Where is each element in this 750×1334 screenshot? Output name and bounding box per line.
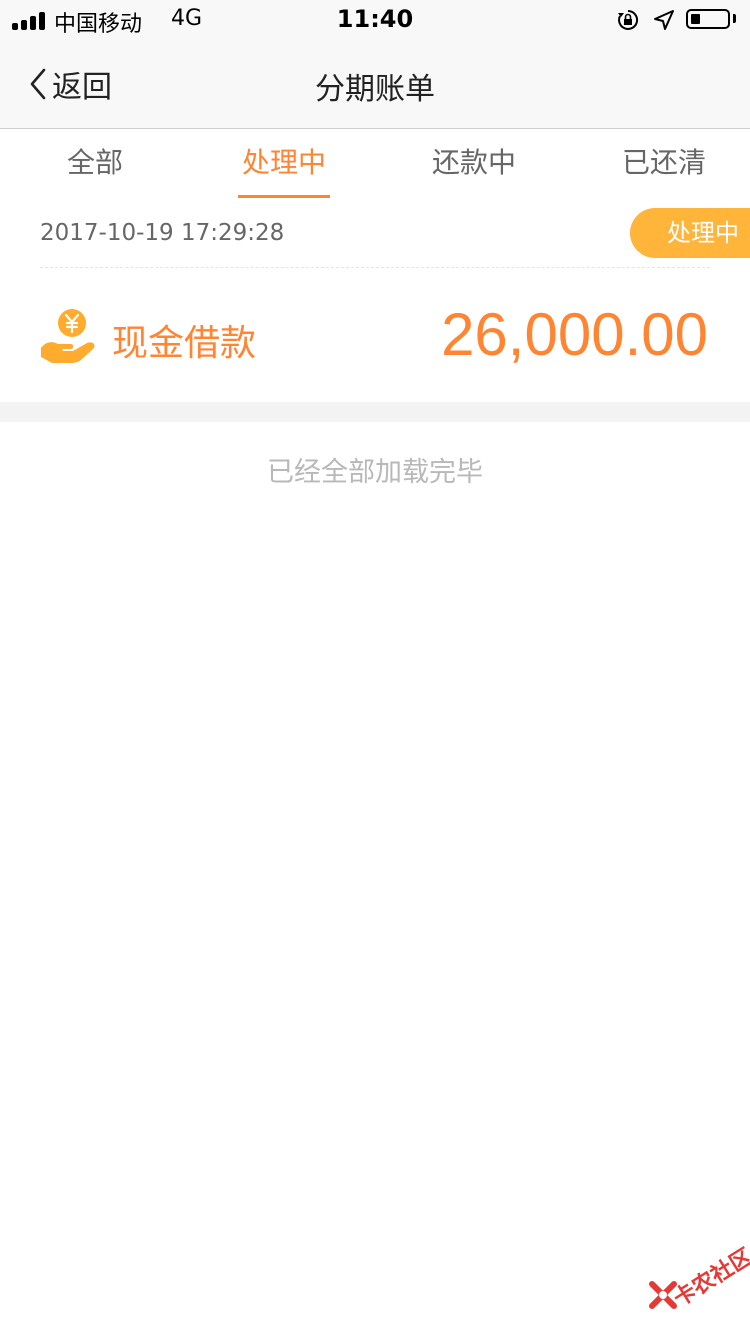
status-bar: 中国移动 4G 11:40 [0,0,750,40]
battery-cap [733,14,736,23]
tab-processing[interactable]: 处理中 [190,129,378,200]
navigation-bar: 返回 分期账单 [0,40,750,129]
watermark: 卡农社区 [640,1232,750,1322]
filter-tabs: 全部 处理中 还款中 已还清 [0,129,750,200]
bill-card[interactable]: 2017-10-19 17:29:28 处理中 现金借款 26,000.00 [0,200,750,402]
section-separator [0,402,750,422]
battery-icon [686,9,730,29]
cash-hand-icon [41,309,95,363]
tab-repaying[interactable]: 还款中 [380,129,568,200]
tab-processing-label: 处理中 [241,146,326,179]
loan-type: 现金借款 [112,323,257,364]
page-title: 分期账单 [315,72,435,107]
active-tab-indicator [238,195,330,198]
tab-paid-off[interactable]: 已还清 [570,129,750,200]
location-arrow-icon [654,10,674,30]
rotation-lock-icon [618,9,639,30]
list-end-message: 已经全部加载完毕 [267,457,483,488]
bill-datetime: 2017-10-19 17:29:28 [40,220,285,246]
tab-all[interactable]: 全部 [1,129,189,200]
watermark-text: 卡农社区 [669,1244,750,1313]
divider [40,267,710,268]
status-badge: 处理中 [630,208,750,258]
loan-amount: 26,000.00 [441,301,708,368]
battery-level [691,14,700,24]
